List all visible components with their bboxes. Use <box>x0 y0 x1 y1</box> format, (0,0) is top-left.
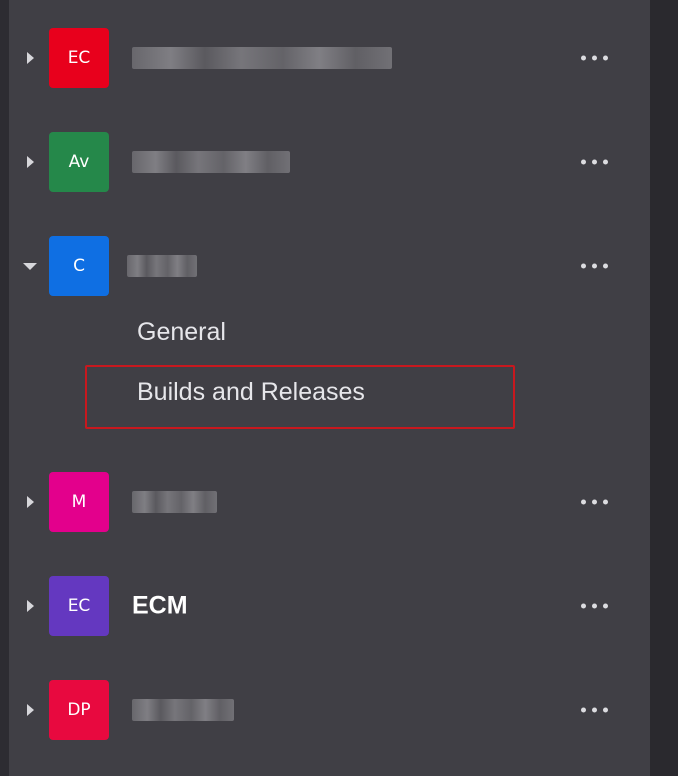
caret-right-icon[interactable] <box>23 155 37 169</box>
team-item[interactable]: M <box>9 472 650 532</box>
team-item[interactable]: Av <box>9 132 650 192</box>
caret-right-icon[interactable] <box>23 51 37 65</box>
teams-list-panel: EC Av C General Builds and Releases M EC… <box>9 0 650 776</box>
team-name-redacted <box>132 491 217 513</box>
team-item[interactable]: EC ECM <box>9 576 650 636</box>
scrollbar-track[interactable] <box>650 0 678 776</box>
more-options-icon[interactable] <box>581 499 608 505</box>
team-avatar: M <box>49 472 109 532</box>
team-name: ECM <box>132 591 188 620</box>
team-avatar: Av <box>49 132 109 192</box>
more-options-icon[interactable] <box>581 55 608 61</box>
team-avatar: EC <box>49 576 109 636</box>
team-avatar: C <box>49 236 109 296</box>
more-options-icon[interactable] <box>581 603 608 609</box>
more-options-icon[interactable] <box>581 159 608 165</box>
caret-right-icon[interactable] <box>23 495 37 509</box>
team-avatar: DP <box>49 680 109 740</box>
team-name-redacted <box>127 255 197 277</box>
team-name-redacted <box>132 47 392 69</box>
team-item[interactable]: DP <box>9 680 650 740</box>
channel-general[interactable]: General <box>137 318 226 347</box>
team-item[interactable]: C <box>9 236 650 296</box>
team-item[interactable]: EC <box>9 28 650 88</box>
more-options-icon[interactable] <box>581 707 608 713</box>
caret-right-icon[interactable] <box>23 599 37 613</box>
left-edge <box>0 0 9 776</box>
team-avatar: EC <box>49 28 109 88</box>
caret-right-icon[interactable] <box>23 703 37 717</box>
caret-down-icon[interactable] <box>23 259 37 273</box>
more-options-icon[interactable] <box>581 263 608 269</box>
team-name-redacted <box>132 151 290 173</box>
team-name-redacted <box>132 699 234 721</box>
channel-builds-and-releases[interactable]: Builds and Releases <box>137 378 365 407</box>
